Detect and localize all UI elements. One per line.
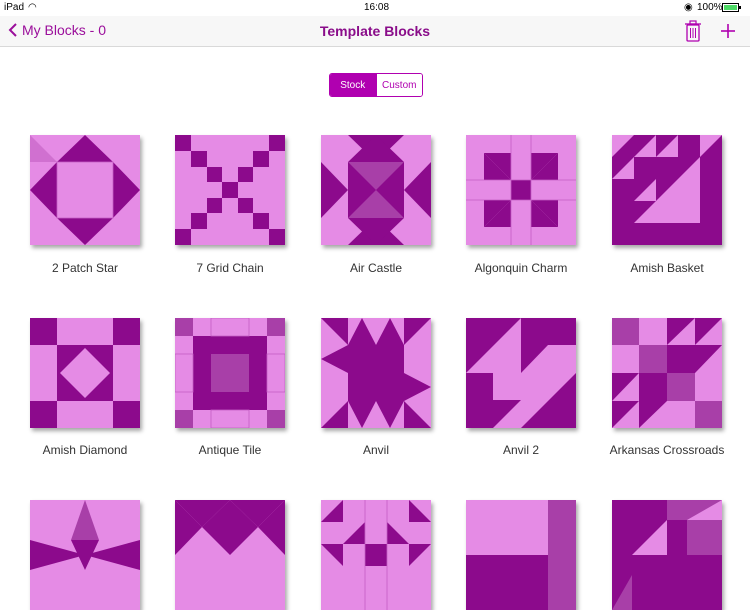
block-name: Algonquin Charm [474,261,568,275]
block-tile[interactable] [175,500,285,610]
block-tile-antique-tile[interactable] [175,318,285,428]
block-name: 7 Grid Chain [196,261,264,275]
block-name: Amish Basket [630,261,704,275]
block-name: Arkansas Crossroads [609,443,725,457]
block-tile[interactable] [321,500,431,610]
block-tile-7-grid-chain[interactable] [175,135,285,245]
block-name: Anvil 2 [502,443,540,457]
block-name: 2 Patch Star [51,261,119,275]
segment-stock[interactable]: Stock [330,74,376,96]
trash-icon [685,20,701,42]
block-tile[interactable] [612,500,722,610]
block-tile-air-castle[interactable] [321,135,431,245]
block-tile-algonquin-charm[interactable] [466,135,576,245]
block-name: Anvil [362,443,389,457]
block-tile-arkansas-crossroads[interactable] [612,318,722,428]
wifi-icon: ◠ [28,2,37,13]
block-tile[interactable] [466,500,576,610]
segment-custom[interactable]: Custom [375,74,422,96]
block-tile-2-patch-star[interactable] [30,135,140,245]
block-tile-amish-diamond[interactable] [30,318,140,428]
block-tile-amish-basket[interactable] [612,135,722,245]
block-tile[interactable] [30,500,140,610]
navigation-bar: My Blocks - 0 Template Blocks [0,16,750,47]
block-name: Antique Tile [198,443,262,457]
status-bar: iPad ◠ 16:08 ◉ 100% [0,0,750,16]
battery-label: 100% [697,2,723,13]
block-tile-anvil-2[interactable] [466,318,576,428]
battery-icon [722,3,742,15]
page-title: Template Blocks [319,23,431,39]
stock-custom-segmented-control: Stock Custom [329,73,423,97]
block-name: Air Castle [349,261,402,275]
orientation-lock-icon: ◉ [684,2,693,13]
trash-button[interactable] [684,20,702,47]
time-label: 16:08 [364,2,390,13]
block-tile-anvil[interactable] [321,318,431,428]
block-name: Amish Diamond [42,443,128,457]
device-label: iPad [4,2,25,13]
plus-icon [721,24,735,38]
add-button[interactable] [720,20,736,44]
